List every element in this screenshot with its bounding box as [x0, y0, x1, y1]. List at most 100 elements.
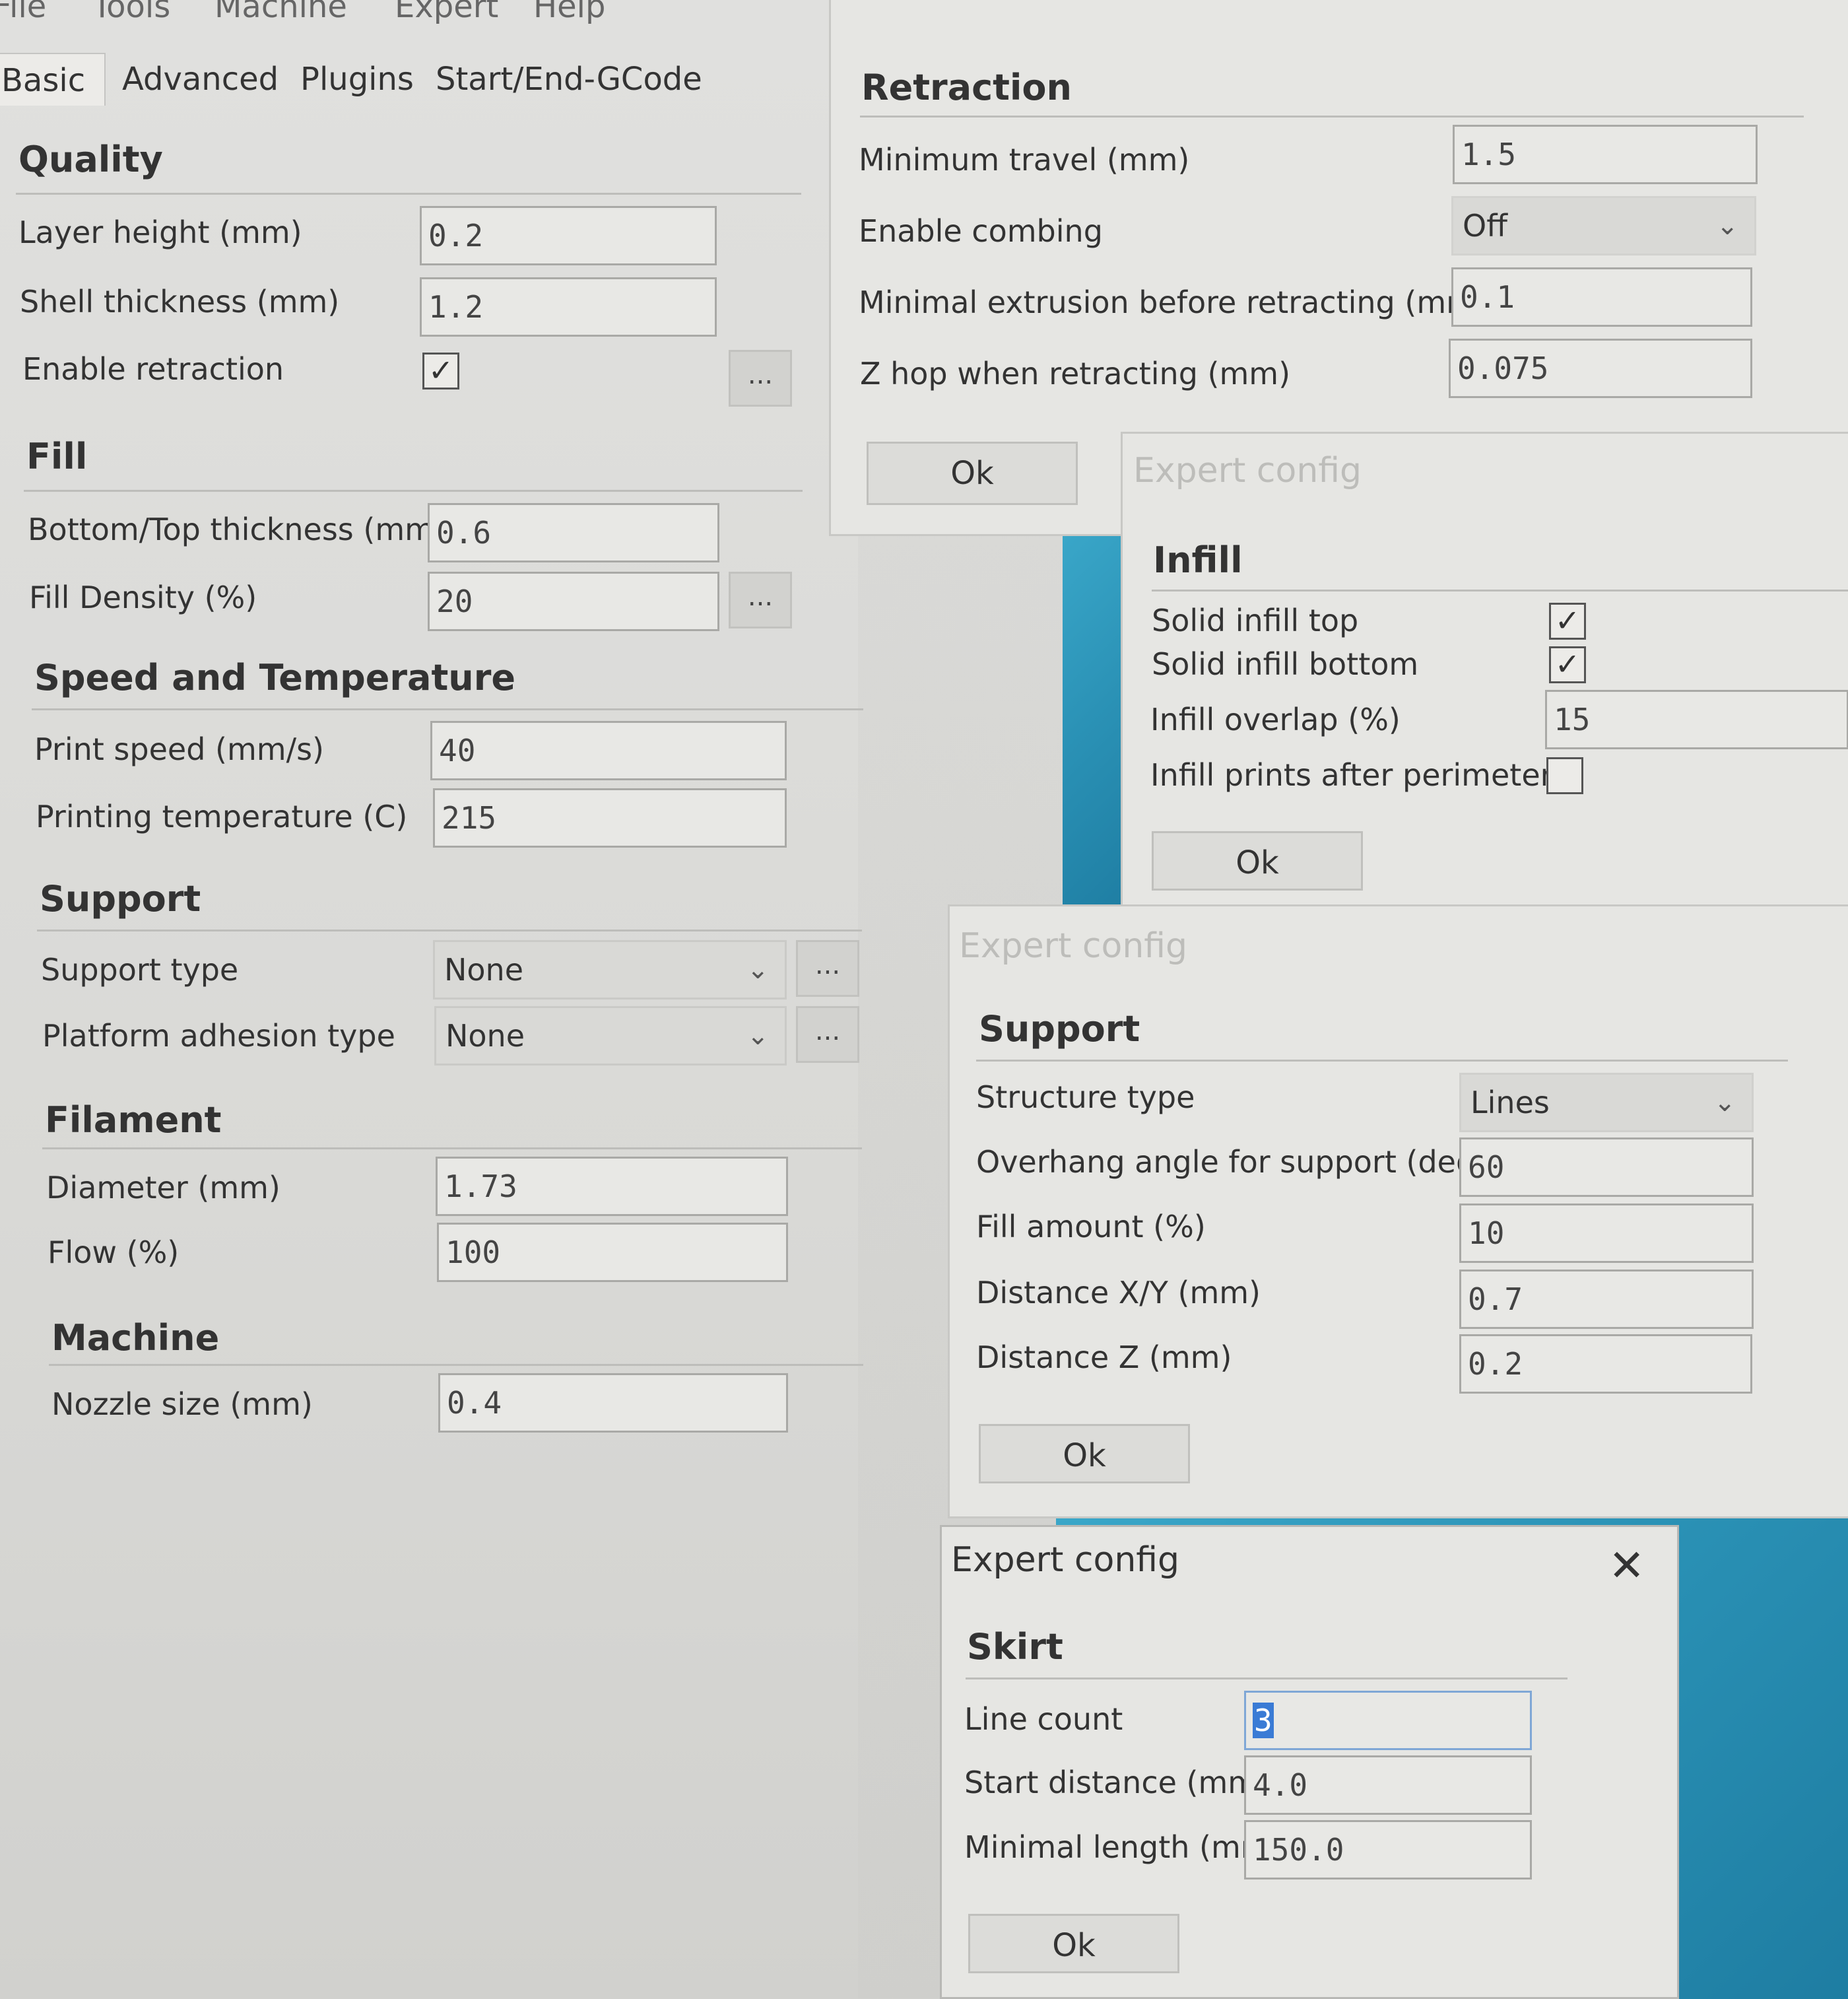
tab-plugins[interactable]: Plugins [294, 53, 420, 106]
minimal-length-input[interactable]: 150.0 [1244, 1820, 1532, 1880]
menu-expert[interactable]: Expert [395, 0, 498, 25]
infill-overlap-input[interactable]: 15 [1545, 690, 1848, 749]
section-speed-title: Speed and Temperature [34, 657, 515, 698]
divider [42, 1147, 862, 1149]
viewport-background [1063, 528, 1122, 924]
distance-xy-label: Distance X/Y (mm) [976, 1275, 1261, 1310]
tab-start-end-gcode[interactable]: Start/End-GCode [429, 53, 709, 106]
minimum-travel-input[interactable]: 1.5 [1453, 125, 1758, 184]
support-settings-button[interactable]: ... [796, 940, 859, 997]
divider [1152, 590, 1848, 592]
infill-after-perimeters-checkbox[interactable] [1546, 757, 1583, 794]
nozzle-size-input[interactable]: 0.4 [438, 1373, 788, 1433]
support-dialog-window-title: Expert config [959, 926, 1188, 966]
solid-infill-top-checkbox[interactable]: ✓ [1549, 603, 1586, 640]
print-speed-label: Print speed (mm/s) [34, 731, 324, 767]
infill-dialog-window-title: Expert config [1133, 451, 1362, 491]
distance-z-label: Distance Z (mm) [976, 1339, 1232, 1375]
enable-combing-value: Off [1463, 208, 1507, 244]
minimal-extrusion-label: Minimal extrusion before retracting (mm) [859, 285, 1488, 320]
support-type-label: Support type [41, 952, 239, 988]
infill-ok-button[interactable]: Ok [1152, 831, 1363, 891]
printing-temperature-input[interactable]: 215 [433, 788, 787, 848]
support-type-value: None [444, 952, 524, 988]
platform-adhesion-value: None [446, 1018, 525, 1054]
distance-xy-input[interactable]: 0.7 [1459, 1270, 1754, 1329]
divider [37, 930, 862, 932]
enable-retraction-checkbox[interactable]: ✓ [422, 353, 459, 390]
solid-infill-bottom-checkbox[interactable]: ✓ [1549, 646, 1586, 683]
layer-height-input[interactable]: 0.2 [420, 206, 717, 265]
print-speed-input[interactable]: 40 [430, 721, 787, 780]
infill-overlap-label: Infill overlap (%) [1150, 702, 1401, 737]
structure-type-value: Lines [1470, 1085, 1550, 1120]
fill-density-input[interactable]: 20 [428, 572, 719, 631]
structure-type-dropdown[interactable]: Lines ⌄ [1459, 1073, 1754, 1132]
menu-file[interactable]: File [0, 0, 46, 25]
tab-bar: Basic Advanced Plugins Start/End-GCode [0, 53, 825, 106]
support-type-dropdown[interactable]: None ⌄ [433, 940, 787, 1000]
overhang-angle-input[interactable]: 60 [1459, 1137, 1754, 1197]
fill-amount-input[interactable]: 10 [1459, 1203, 1754, 1263]
retraction-settings-button[interactable]: ... [729, 350, 792, 407]
tab-advanced[interactable]: Advanced [116, 53, 285, 106]
layer-height-label: Layer height (mm) [18, 215, 302, 250]
divider [16, 193, 801, 195]
shell-thickness-input[interactable]: 1.2 [420, 277, 717, 337]
infill-title: Infill [1153, 539, 1243, 581]
divider [49, 1364, 863, 1366]
enable-retraction-label: Enable retraction [22, 351, 284, 387]
divider [24, 490, 803, 492]
section-quality-title: Quality [18, 139, 163, 180]
minimal-length-label: Minimal length (mm) [964, 1829, 1282, 1865]
retraction-title: Retraction [861, 67, 1072, 108]
menu-bar: File Tools Machine Expert Help [0, 0, 858, 28]
fill-amount-label: Fill amount (%) [976, 1209, 1206, 1244]
line-count-label: Line count [964, 1701, 1123, 1737]
minimal-extrusion-input[interactable]: 0.1 [1451, 267, 1752, 327]
infill-settings-button[interactable]: ... [729, 572, 792, 628]
start-distance-label: Start distance (mm) [964, 1765, 1270, 1800]
fill-density-label: Fill Density (%) [29, 580, 257, 615]
distance-z-input[interactable]: 0.2 [1459, 1334, 1752, 1394]
diameter-label: Diameter (mm) [46, 1170, 280, 1205]
nozzle-size-label: Nozzle size (mm) [51, 1386, 313, 1422]
retraction-ok-button[interactable]: Ok [867, 442, 1078, 505]
support-ok-button[interactable]: Ok [979, 1424, 1190, 1483]
shell-thickness-label: Shell thickness (mm) [20, 284, 340, 320]
main-settings-window: File Tools Machine Expert Help Basic Adv… [0, 0, 863, 1999]
infill-after-perimeters-label: Infill prints after perimeters [1150, 757, 1569, 793]
chevron-down-icon: ⌄ [746, 1021, 769, 1051]
line-count-value: 3 [1253, 1703, 1274, 1738]
divider [860, 116, 1804, 118]
skirt-dialog-window-title: Expert config [951, 1540, 1180, 1580]
solid-infill-bottom-label: Solid infill bottom [1152, 646, 1419, 682]
adhesion-settings-button[interactable]: ... [796, 1006, 859, 1063]
section-filament-title: Filament [45, 1099, 222, 1141]
menu-machine[interactable]: Machine [214, 0, 347, 25]
printing-temperature-label: Printing temperature (C) [36, 799, 408, 834]
skirt-title: Skirt [967, 1626, 1063, 1668]
bottom-top-thickness-label: Bottom/Top thickness (mm) [28, 512, 446, 547]
chevron-down-icon: ⌄ [1713, 1087, 1736, 1118]
menu-tools[interactable]: Tools [92, 0, 170, 25]
platform-adhesion-dropdown[interactable]: None ⌄ [434, 1006, 787, 1066]
line-count-input[interactable]: 3 [1244, 1691, 1532, 1750]
skirt-ok-button[interactable]: Ok [968, 1914, 1179, 1973]
close-icon[interactable]: ✕ [1608, 1540, 1645, 1591]
menu-help[interactable]: Help [533, 0, 605, 25]
z-hop-input[interactable]: 0.075 [1449, 339, 1752, 398]
platform-adhesion-label: Platform adhesion type [42, 1018, 395, 1054]
chevron-down-icon: ⌄ [746, 955, 769, 985]
start-distance-input[interactable]: 4.0 [1244, 1755, 1532, 1815]
bottom-top-thickness-input[interactable]: 0.6 [428, 503, 719, 562]
divider [966, 1677, 1568, 1679]
enable-combing-label: Enable combing [859, 213, 1103, 249]
divider [976, 1060, 1788, 1062]
tab-basic[interactable]: Basic [0, 53, 106, 106]
flow-input[interactable]: 100 [437, 1223, 788, 1282]
divider [32, 708, 863, 710]
z-hop-label: Z hop when retracting (mm) [860, 356, 1291, 391]
diameter-input[interactable]: 1.73 [436, 1157, 788, 1216]
enable-combing-dropdown[interactable]: Off ⌄ [1451, 196, 1756, 255]
